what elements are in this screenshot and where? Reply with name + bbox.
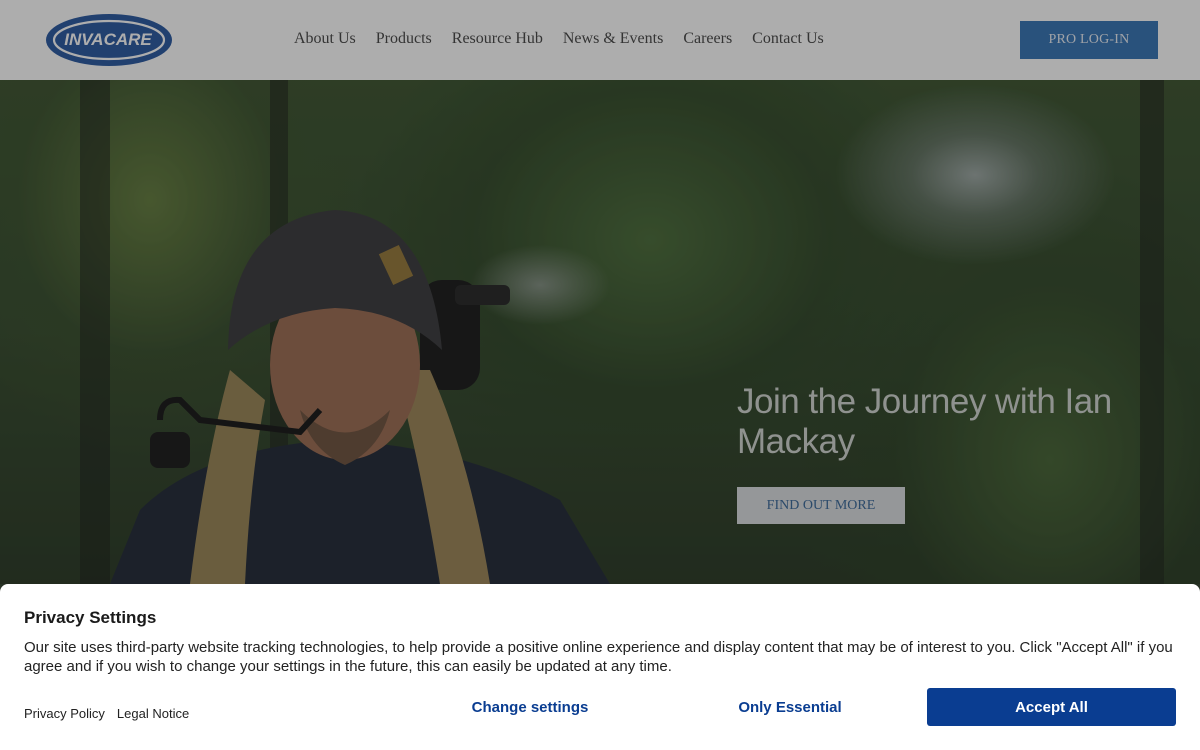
privacy-description: Our site uses third-party website tracki…: [24, 639, 1173, 675]
legal-notice-link[interactable]: Legal Notice: [117, 706, 189, 721]
privacy-title: Privacy Settings: [24, 608, 157, 627]
privacy-settings-banner: Privacy Settings Our site uses third-par…: [0, 584, 1200, 750]
accept-all-button[interactable]: Accept All: [927, 688, 1176, 726]
privacy-policy-link[interactable]: Privacy Policy: [24, 706, 105, 721]
change-settings-button[interactable]: Change settings: [440, 688, 620, 726]
only-essential-button[interactable]: Only Essential: [700, 688, 880, 726]
privacy-links: Privacy Policy Legal Notice: [24, 706, 189, 721]
